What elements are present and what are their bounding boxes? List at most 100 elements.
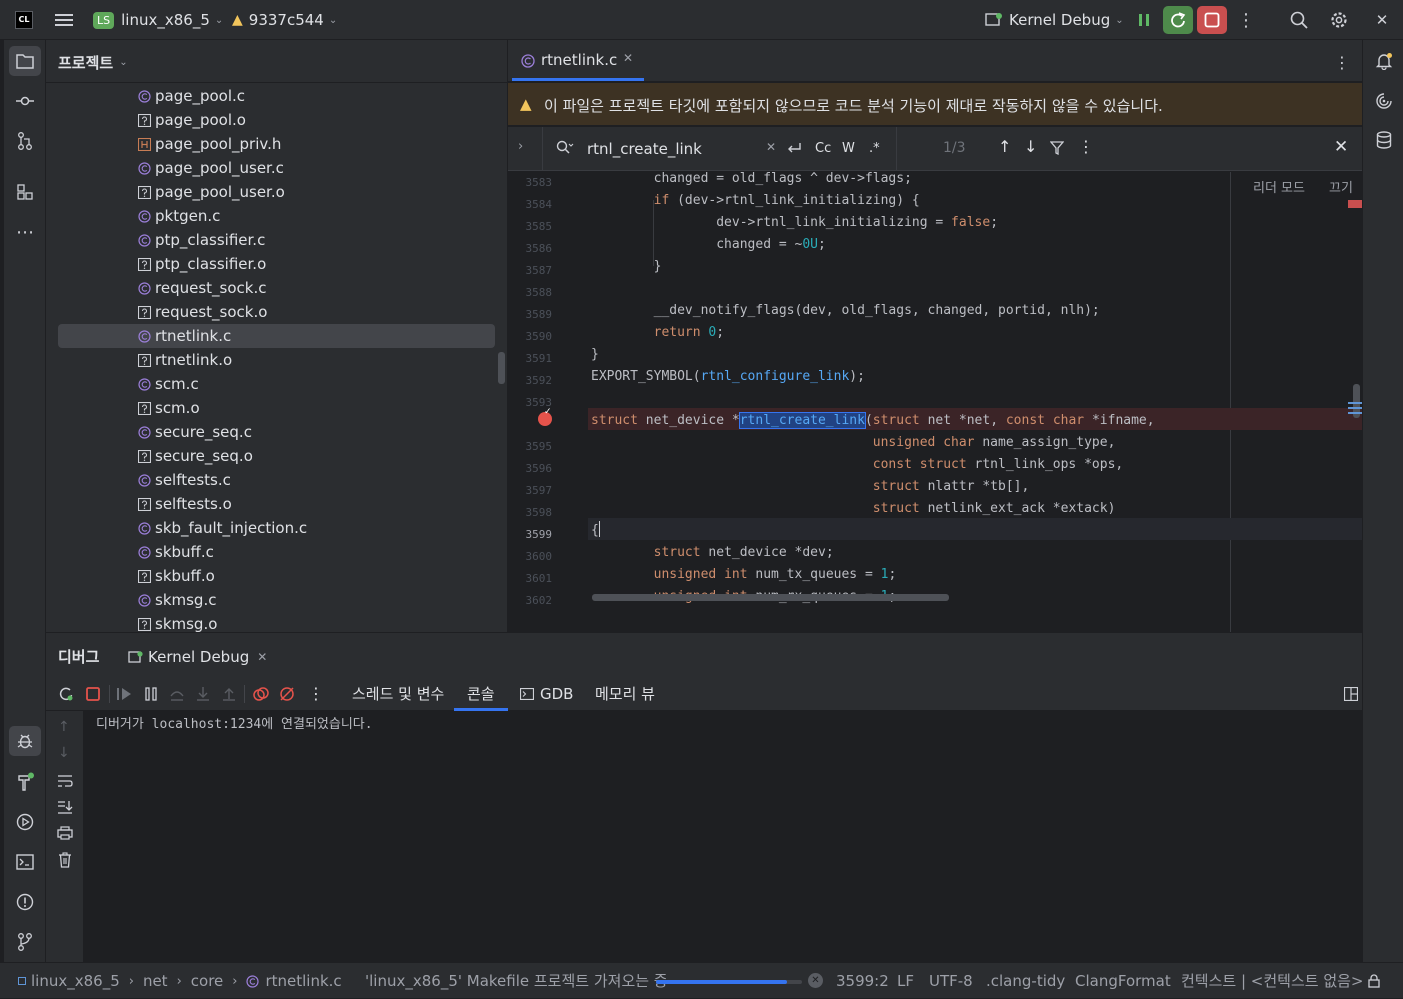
terminal-icon[interactable] bbox=[9, 850, 41, 874]
breadcrumb-net[interactable]: net bbox=[143, 972, 168, 990]
tree-scrollbar[interactable] bbox=[498, 352, 505, 384]
file-tree-row[interactable]: request_sock.c bbox=[46, 276, 508, 300]
file-tree-row[interactable]: skb_fault_injection.c bbox=[46, 516, 508, 540]
scroll-to-end-icon[interactable] bbox=[57, 800, 73, 814]
mute-breakpoints-icon[interactable] bbox=[279, 686, 295, 702]
project-widget[interactable]: LS linux_x86_5 ⌄ bbox=[93, 9, 223, 31]
tab-threads-variables[interactable]: 스레드 및 변수 bbox=[352, 678, 444, 710]
filter-icon[interactable] bbox=[1050, 141, 1064, 155]
clang-tidy-widget[interactable]: .clang-tidy bbox=[986, 963, 1065, 999]
file-tree-row[interactable]: skbuff.c bbox=[46, 540, 508, 564]
breadcrumb-project[interactable]: linux_x86_5 bbox=[31, 972, 120, 990]
breadcrumb-core[interactable]: core bbox=[191, 972, 224, 990]
tab-memory-view[interactable]: 메모리 뷰 bbox=[595, 678, 655, 710]
close-find-icon[interactable]: ✕ bbox=[1334, 137, 1348, 157]
commit-icon[interactable] bbox=[9, 90, 41, 112]
debug-session-tab[interactable]: Kernel Debug ✕ bbox=[128, 641, 267, 673]
clear-search-icon[interactable]: ✕ bbox=[766, 140, 776, 154]
step-out-icon[interactable] bbox=[221, 686, 237, 702]
run-config-selector[interactable]: Kernel Debug ⌄ bbox=[985, 9, 1124, 31]
layout-icon[interactable] bbox=[1344, 687, 1358, 701]
file-tree-row[interactable]: page_pool_priv.h bbox=[46, 132, 508, 156]
search-history-icon[interactable] bbox=[556, 140, 574, 156]
print-icon[interactable] bbox=[57, 826, 73, 840]
rerun-debug-button[interactable] bbox=[1163, 6, 1193, 34]
caret-position[interactable]: 3599:2 bbox=[836, 963, 889, 999]
step-over-icon[interactable] bbox=[169, 686, 185, 702]
arrow-down-icon[interactable]: ↓ bbox=[58, 745, 70, 761]
file-tree-row[interactable]: secure_seq.c bbox=[46, 420, 508, 444]
lock-icon[interactable] bbox=[1368, 974, 1380, 988]
pause-icon[interactable] bbox=[143, 686, 159, 702]
resume-icon[interactable] bbox=[116, 686, 132, 702]
file-tree-row[interactable]: page_pool.c bbox=[46, 84, 508, 108]
file-tree-row[interactable]: ptp_classifier.o bbox=[46, 252, 508, 276]
vcs-widget[interactable]: ▲ 9337c544 ⌄ bbox=[232, 9, 337, 31]
problems-icon[interactable] bbox=[9, 890, 41, 914]
file-tree-row[interactable]: secure_seq.o bbox=[46, 444, 508, 468]
step-into-icon[interactable] bbox=[195, 686, 211, 702]
notifications-icon[interactable] bbox=[1375, 52, 1393, 70]
file-tree-row[interactable]: rtnetlink.c bbox=[46, 324, 508, 348]
gear-icon[interactable] bbox=[1328, 9, 1350, 31]
search-icon[interactable] bbox=[1288, 9, 1310, 31]
build-icon[interactable] bbox=[9, 770, 41, 794]
file-tree-row[interactable]: rtnetlink.o bbox=[46, 348, 508, 372]
reader-mode-button[interactable]: 리더 모드 bbox=[1253, 177, 1305, 196]
more-tools-icon[interactable]: ⋯ bbox=[9, 221, 41, 243]
project-panel-header[interactable]: 프로젝트 ⌄ bbox=[58, 52, 128, 72]
file-tree-row[interactable]: scm.o bbox=[46, 396, 508, 420]
editor-tab-rtnetlink[interactable]: rtnetlink.c ✕ bbox=[508, 40, 644, 82]
debug-tool-button[interactable] bbox=[9, 726, 41, 756]
expand-replace-icon[interactable]: › bbox=[518, 139, 523, 154]
file-tree-row[interactable]: page_pool.o bbox=[46, 108, 508, 132]
pull-requests-icon[interactable] bbox=[9, 130, 41, 152]
services-icon[interactable] bbox=[9, 810, 41, 834]
tab-gdb[interactable]: GDB bbox=[520, 677, 573, 711]
arrow-up-icon[interactable]: ↑ bbox=[58, 719, 70, 735]
git-icon[interactable] bbox=[9, 930, 41, 954]
more-actions-icon[interactable]: ⋮ bbox=[1236, 10, 1256, 31]
file-tree-row[interactable]: pktgen.c bbox=[46, 204, 508, 228]
console-output[interactable]: 디버거가 localhost:1234에 연결되었습니다. bbox=[84, 711, 1362, 963]
file-tree-row[interactable]: selftests.o bbox=[46, 492, 508, 516]
structure-icon[interactable] bbox=[9, 181, 41, 203]
close-icon[interactable]: ✕ bbox=[257, 650, 267, 664]
new-line-icon[interactable] bbox=[786, 141, 802, 155]
file-tree-row[interactable]: page_pool_user.o bbox=[46, 180, 508, 204]
file-tree-row[interactable]: skmsg.o bbox=[46, 612, 508, 632]
file-tree-row[interactable]: scm.c bbox=[46, 372, 508, 396]
tab-options-icon[interactable]: ⋮ bbox=[1332, 52, 1352, 72]
search-input[interactable]: rtnl_create_link bbox=[587, 140, 702, 158]
horizontal-scroll-thumb[interactable] bbox=[592, 594, 949, 601]
trash-icon[interactable] bbox=[57, 852, 73, 868]
rerun-icon[interactable] bbox=[58, 686, 74, 702]
close-window-icon[interactable]: ✕ bbox=[1371, 9, 1393, 31]
soft-wrap-icon[interactable] bbox=[57, 774, 73, 788]
line-separator[interactable]: LF bbox=[897, 963, 914, 999]
file-encoding[interactable]: UTF-8 bbox=[929, 963, 973, 999]
tab-console[interactable]: 콘솔 bbox=[454, 677, 508, 711]
file-tree-row[interactable]: skmsg.c bbox=[46, 588, 508, 612]
find-options-icon[interactable]: ⋮ bbox=[1078, 137, 1094, 156]
more-icon[interactable]: ⋮ bbox=[308, 684, 324, 703]
match-case-toggle[interactable]: Cc bbox=[815, 141, 831, 156]
regex-toggle[interactable]: .* bbox=[869, 141, 880, 156]
arrow-down-icon[interactable]: ↓ bbox=[1024, 137, 1037, 156]
close-tab-icon[interactable]: ✕ bbox=[623, 51, 633, 65]
ai-assistant-icon[interactable] bbox=[1375, 92, 1393, 110]
pause-program-icon[interactable] bbox=[1135, 10, 1153, 30]
cancel-task-icon[interactable]: ✕ bbox=[808, 973, 823, 988]
app-icon[interactable]: CL bbox=[15, 11, 33, 29]
context-widget[interactable]: 컨텍스트 | <컨텍스트 없음> bbox=[1181, 963, 1364, 999]
background-task-text[interactable]: 'linux_x86_5' Makefile 프로젝트 가져오는 중 bbox=[365, 963, 668, 999]
file-tree-row[interactable]: selftests.c bbox=[46, 468, 508, 492]
arrow-up-icon[interactable]: ↑ bbox=[998, 137, 1011, 156]
file-tree-row[interactable]: request_sock.o bbox=[46, 300, 508, 324]
whole-word-toggle[interactable]: W bbox=[842, 141, 855, 156]
file-tree-row[interactable]: page_pool_user.c bbox=[46, 156, 508, 180]
stop-button[interactable] bbox=[1197, 6, 1227, 34]
code-area[interactable]: ✓ 3583 changed = old_flags ^ dev->flags;… bbox=[508, 172, 1362, 632]
project-tool-button[interactable] bbox=[9, 46, 41, 76]
view-breakpoints-icon[interactable] bbox=[253, 686, 269, 702]
